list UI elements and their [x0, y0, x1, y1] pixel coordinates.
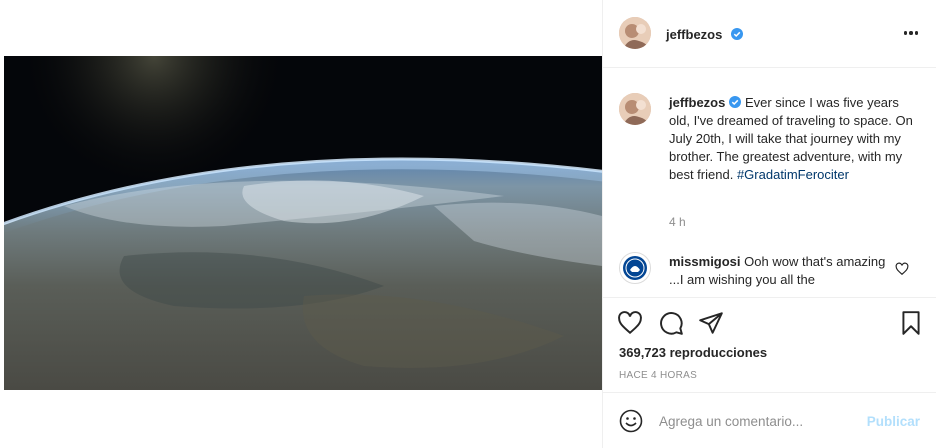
post-timestamp: HACE 4 HORAS	[619, 370, 698, 381]
earth-from-space-frame	[4, 56, 602, 390]
post-caption: jeffbezos Ever since I was five years ol…	[669, 94, 921, 184]
comment-icon[interactable]	[658, 310, 684, 336]
caption-author-username[interactable]: jeffbezos	[669, 95, 725, 110]
comment-input[interactable]	[659, 411, 855, 431]
comments-area: jeffbezos Ever since I was five years ol…	[603, 69, 936, 297]
comment-author-username[interactable]: missmigosi	[669, 254, 741, 269]
actions-section: 369,723 reproducciones HACE 4 HORAS	[603, 297, 936, 392]
comment-item: missmigosi Ooh wow that's amazing ...I a…	[669, 253, 891, 289]
comment-like-heart-icon[interactable]	[895, 262, 909, 276]
chelsea-crest-icon	[623, 256, 647, 280]
heart-icon[interactable]	[617, 310, 643, 336]
post-header: jeffbezos	[603, 0, 936, 68]
video-player[interactable]	[4, 56, 602, 390]
author-username[interactable]: jeffbezos	[666, 27, 722, 42]
profile-photo	[619, 93, 651, 125]
caption-timestamp: 4 h	[669, 215, 686, 229]
bookmark-icon[interactable]	[898, 310, 924, 336]
commenter-avatar[interactable]	[619, 252, 651, 284]
instagram-post: jeffbezos jeffbezos Ever since I was fiv…	[0, 0, 936, 448]
post-sidebar: jeffbezos jeffbezos Ever since I was fiv…	[603, 0, 936, 448]
author-avatar[interactable]	[619, 17, 651, 49]
author-name-row: jeffbezos	[666, 26, 743, 44]
smiley-icon[interactable]	[619, 409, 643, 433]
publish-button[interactable]: Publicar	[867, 414, 920, 429]
more-options-icon[interactable]	[900, 24, 922, 42]
verified-badge-icon	[729, 96, 742, 108]
caption-hashtag-link[interactable]: #GradatimFerociter	[737, 167, 849, 182]
caption-author-avatar[interactable]	[619, 93, 651, 125]
profile-photo	[619, 17, 651, 49]
verified-badge-icon	[730, 28, 743, 40]
paper-plane-icon[interactable]	[698, 310, 724, 336]
add-comment-bar: Publicar	[603, 392, 936, 448]
view-count[interactable]: 369,723 reproducciones	[619, 345, 767, 360]
media-panel	[0, 0, 603, 448]
